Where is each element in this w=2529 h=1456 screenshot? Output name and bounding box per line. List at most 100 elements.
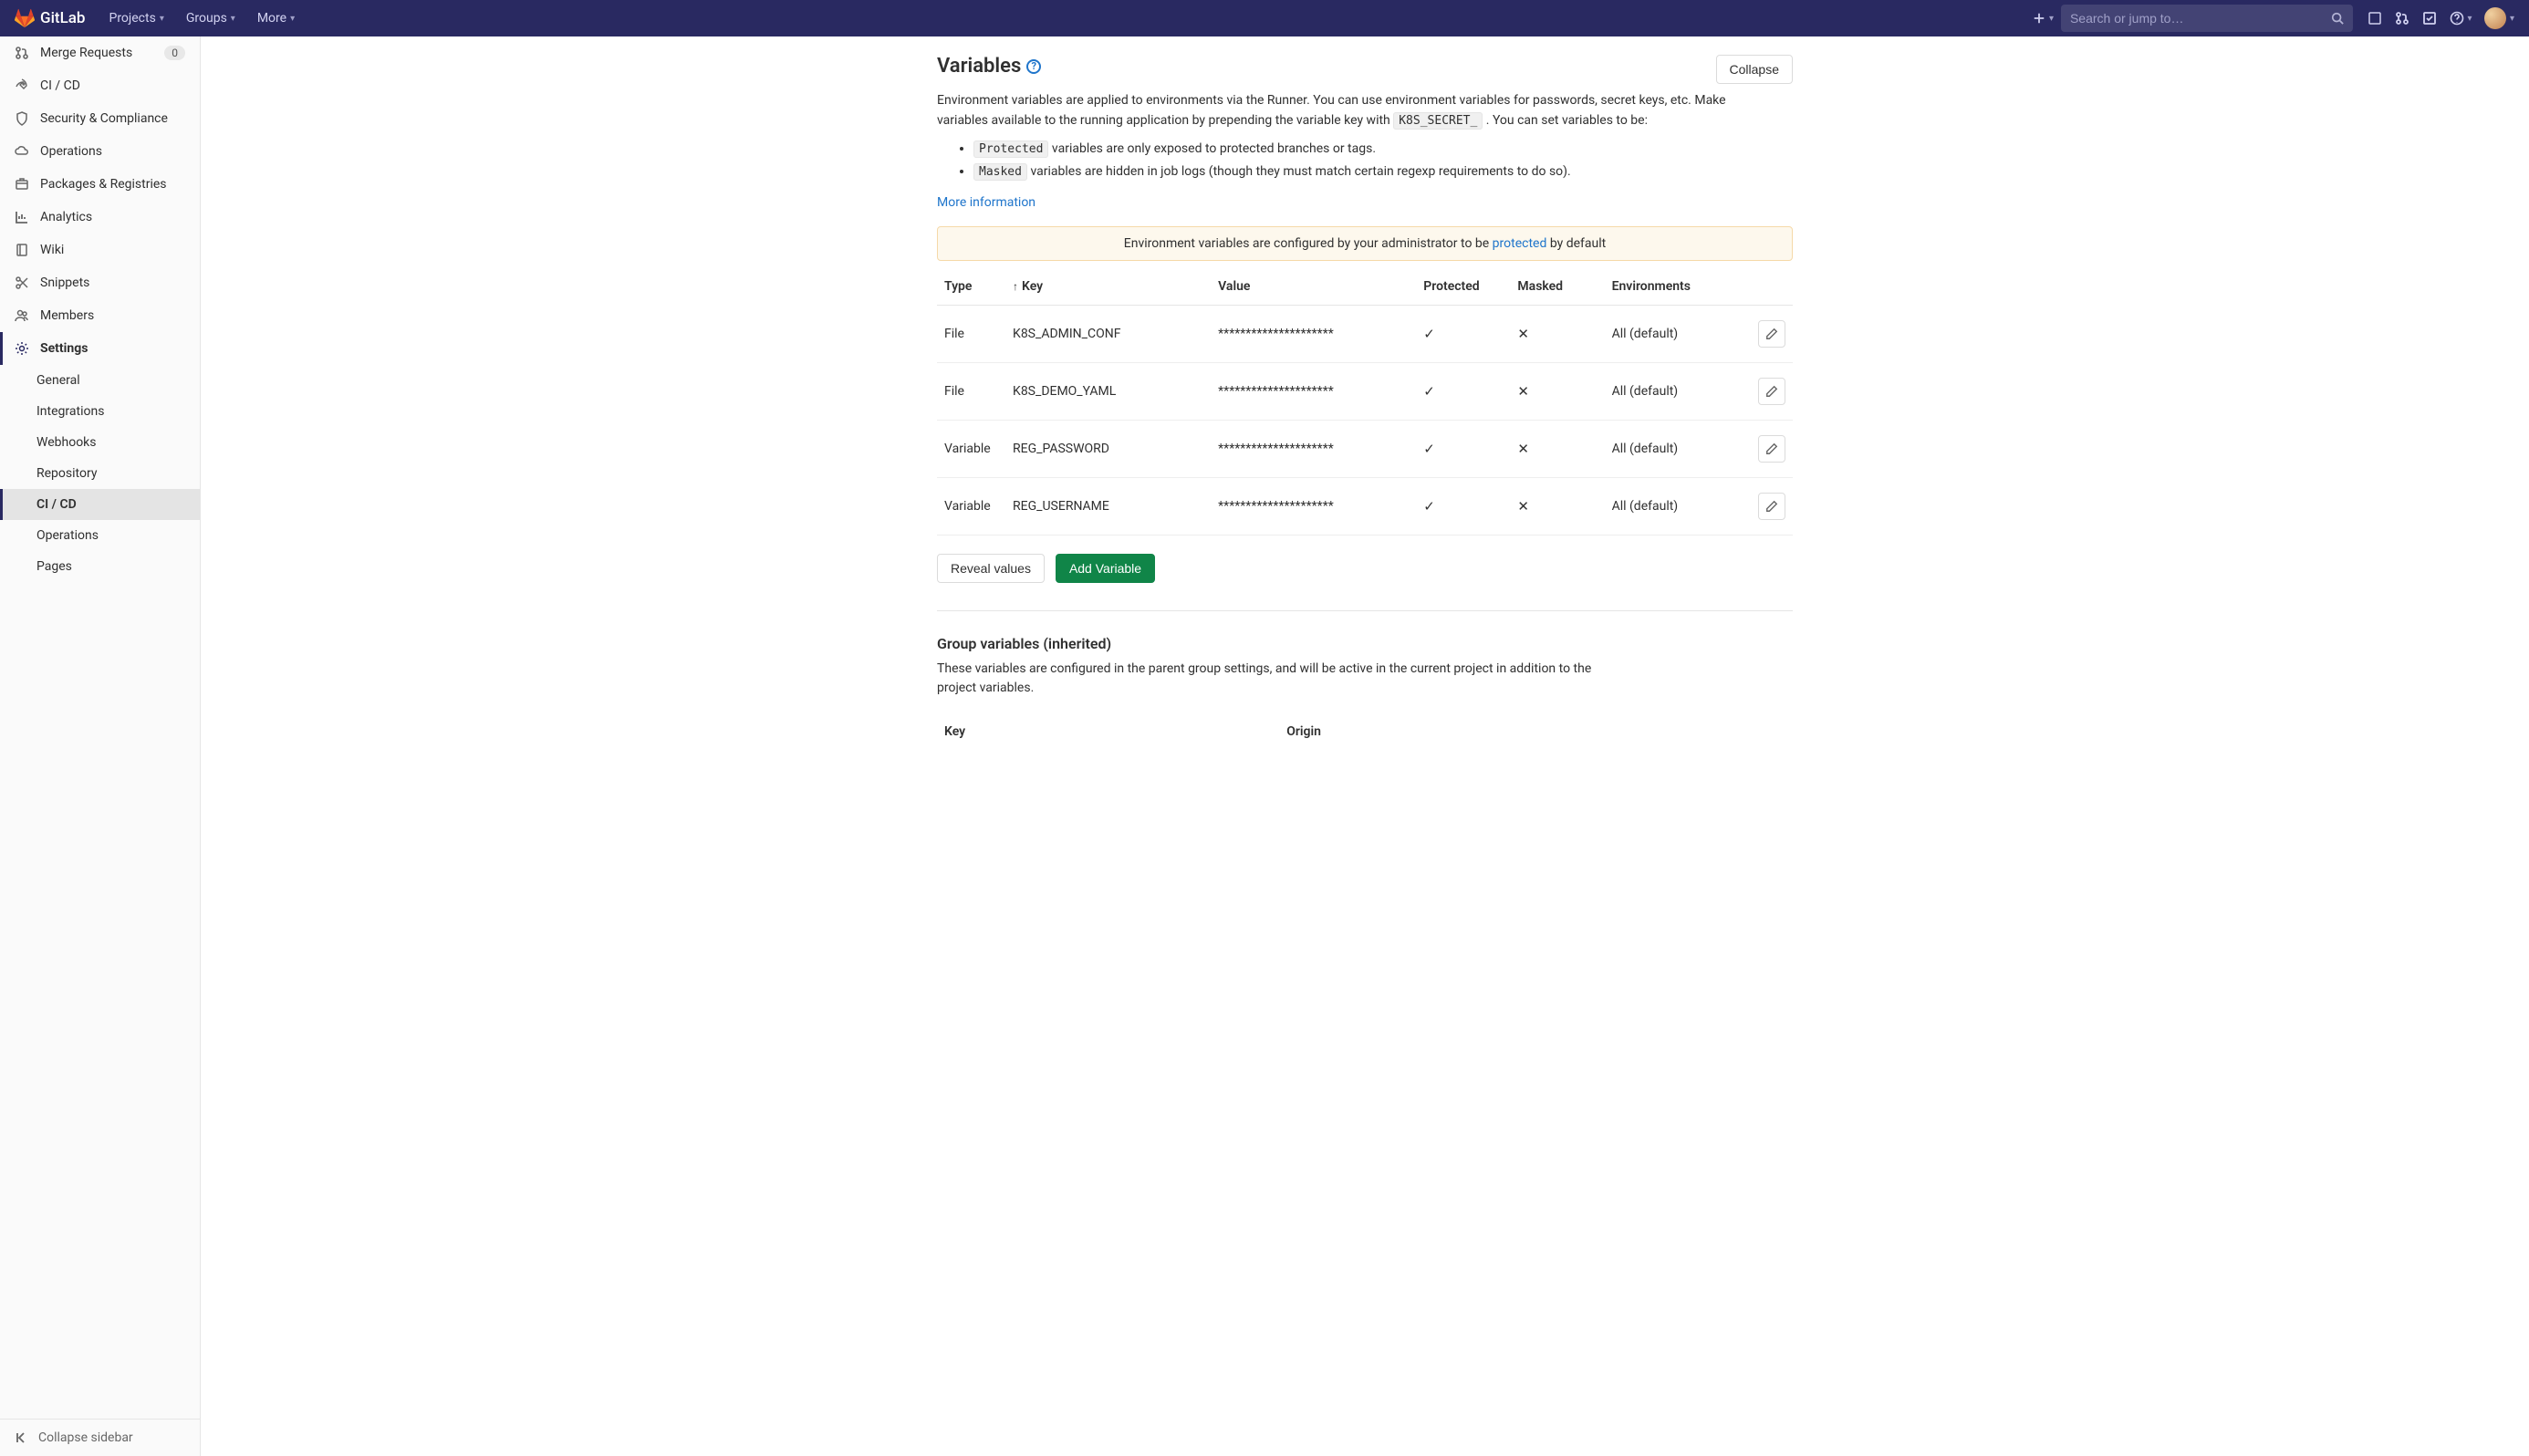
plus-dropdown[interactable]: ▾ <box>2033 11 2054 26</box>
package-icon <box>15 177 29 192</box>
merge-icon <box>15 46 29 60</box>
th-group-origin[interactable]: Origin <box>1279 715 1793 748</box>
user-menu[interactable]: ▾ <box>2484 7 2514 29</box>
nav-more[interactable]: More ▾ <box>248 5 304 31</box>
sidebar-sub-operations[interactable]: Operations <box>0 520 200 551</box>
sort-asc-icon: ↑ <box>1013 280 1018 293</box>
secret-prefix-code: K8S_SECRET_ <box>1393 112 1483 130</box>
sidebar-item-members[interactable]: Members <box>0 299 200 332</box>
th-environments[interactable]: Environments <box>1605 268 1733 306</box>
cell-value: ********************* <box>1211 477 1416 535</box>
th-type[interactable]: Type <box>937 268 1005 306</box>
sidebar-item-settings[interactable]: Settings <box>0 332 200 365</box>
sidebar: Merge Requests0 CI / CD Security & Complia… <box>0 36 201 1456</box>
th-key[interactable]: ↑Key <box>1005 268 1211 306</box>
help-dropdown[interactable]: ▾ <box>2450 11 2472 26</box>
th-group-key[interactable]: Key <box>937 715 1279 748</box>
pencil-icon <box>1765 500 1778 513</box>
chart-icon <box>15 210 29 224</box>
gitlab-logo[interactable]: GitLab <box>15 8 85 28</box>
sidebar-sub-repository[interactable]: Repository <box>0 458 200 489</box>
collapse-section-button[interactable]: Collapse <box>1716 55 1793 84</box>
cloud-icon <box>15 144 29 159</box>
edit-variable-button[interactable] <box>1758 320 1785 348</box>
table-row: VariableREG_PASSWORD********************… <box>937 420 1793 477</box>
x-icon: ✕ <box>1517 326 1529 342</box>
shield-icon <box>15 111 29 126</box>
sidebar-item-label: Settings <box>40 341 88 356</box>
todos-icon[interactable] <box>2422 11 2437 26</box>
add-variable-button[interactable]: Add Variable <box>1056 554 1155 583</box>
pencil-icon <box>1765 385 1778 398</box>
gitlab-icon <box>15 8 35 28</box>
nav-projects[interactable]: Projects ▾ <box>99 5 172 31</box>
sidebar-item-label: CI / CD <box>40 78 80 93</box>
check-icon: ✓ <box>1423 326 1435 342</box>
issues-icon[interactable] <box>2368 11 2382 26</box>
collapse-icon <box>15 1430 29 1445</box>
sidebar-item-merge-requests[interactable]: Merge Requests0 <box>0 36 200 69</box>
cell-masked: ✕ <box>1510 477 1604 535</box>
cell-protected: ✓ <box>1416 305 1510 362</box>
main-content: Variables ? Collapse Environment variabl… <box>201 36 2529 1456</box>
cell-key: K8S_ADMIN_CONF <box>1005 305 1211 362</box>
sidebar-sub-ci-cd[interactable]: CI / CD <box>0 489 200 520</box>
sidebar-sub-integrations[interactable]: Integrations <box>0 396 200 427</box>
sidebar-item-snippets[interactable]: Snippets <box>0 266 200 299</box>
sidebar-item-label: Members <box>40 308 94 323</box>
cell-protected: ✓ <box>1416 477 1510 535</box>
search-input[interactable] <box>2070 11 2331 26</box>
edit-variable-button[interactable] <box>1758 435 1785 463</box>
cell-type: File <box>937 305 1005 362</box>
collapse-sidebar-button[interactable]: Collapse sidebar <box>0 1419 200 1456</box>
help-icon[interactable]: ? <box>1026 59 1041 74</box>
sidebar-item-label: Wiki <box>40 243 64 257</box>
protected-link[interactable]: protected <box>1493 236 1547 251</box>
sidebar-sub-webhooks[interactable]: Webhooks <box>0 427 200 458</box>
th-masked[interactable]: Masked <box>1510 268 1604 306</box>
pencil-icon <box>1765 442 1778 455</box>
sidebar-item-analytics[interactable]: Analytics <box>0 201 200 234</box>
sidebar-item-packages-registries[interactable]: Packages & Registries <box>0 168 200 201</box>
table-row: FileK8S_DEMO_YAML*********************✓ ✕… <box>937 362 1793 420</box>
cell-protected: ✓ <box>1416 362 1510 420</box>
scissors-icon <box>15 276 29 290</box>
sidebar-item-security-compliance[interactable]: Security & Compliance <box>0 102 200 135</box>
nav-groups[interactable]: Groups ▾ <box>177 5 245 31</box>
edit-variable-button[interactable] <box>1758 493 1785 520</box>
book-icon <box>15 243 29 257</box>
cell-value: ********************* <box>1211 305 1416 362</box>
cell-type: Variable <box>937 420 1005 477</box>
th-value[interactable]: Value <box>1211 268 1416 306</box>
global-search[interactable] <box>2061 5 2353 32</box>
group-variables-heading: Group variables (inherited) <box>937 635 1793 652</box>
chevron-down-icon: ▾ <box>2049 14 2054 24</box>
more-information-link[interactable]: More information <box>937 195 1036 210</box>
sidebar-item-ci-cd[interactable]: CI / CD <box>0 69 200 102</box>
cell-masked: ✕ <box>1510 362 1604 420</box>
sidebar-sub-general[interactable]: General <box>0 365 200 396</box>
variables-table: Type ↑Key Value Protected Masked Environ… <box>937 268 1793 536</box>
cell-value: ********************* <box>1211 420 1416 477</box>
top-nav-items: Projects ▾ Groups ▾ More ▾ <box>99 5 304 31</box>
badge: 0 <box>164 46 185 60</box>
check-icon: ✓ <box>1423 441 1435 457</box>
cell-key: REG_USERNAME <box>1005 477 1211 535</box>
edit-variable-button[interactable] <box>1758 378 1785 405</box>
cell-value: ********************* <box>1211 362 1416 420</box>
sidebar-item-operations[interactable]: Operations <box>0 135 200 168</box>
cell-key: REG_PASSWORD <box>1005 420 1211 477</box>
table-row: VariableREG_USERNAME********************… <box>937 477 1793 535</box>
cell-key: K8S_DEMO_YAML <box>1005 362 1211 420</box>
reveal-values-button[interactable]: Reveal values <box>937 554 1045 583</box>
th-protected[interactable]: Protected <box>1416 268 1510 306</box>
sidebar-item-wiki[interactable]: Wiki <box>0 234 200 266</box>
merge-requests-icon[interactable] <box>2395 11 2409 26</box>
cell-type: File <box>937 362 1005 420</box>
group-variables-description: These variables are configured in the pa… <box>937 660 1630 699</box>
sidebar-sub-pages[interactable]: Pages <box>0 551 200 582</box>
chevron-down-icon: ▾ <box>290 14 295 24</box>
x-icon: ✕ <box>1517 383 1529 400</box>
cell-env: All (default) <box>1605 362 1733 420</box>
gear-icon <box>15 341 29 356</box>
